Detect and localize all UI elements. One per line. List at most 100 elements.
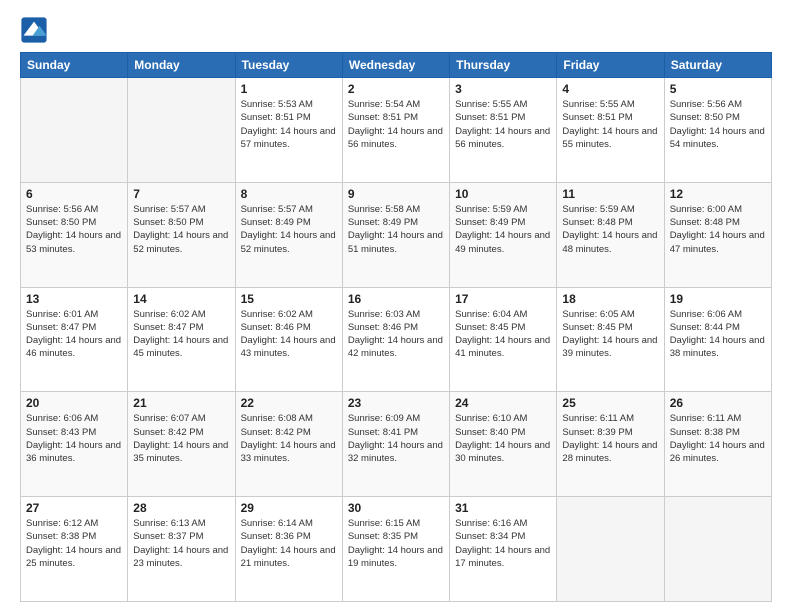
day-info: Sunrise: 6:10 AMSunset: 8:40 PMDaylight:… bbox=[455, 412, 551, 465]
day-number: 8 bbox=[241, 187, 337, 201]
calendar-cell bbox=[557, 497, 664, 602]
weekday-header-saturday: Saturday bbox=[664, 53, 771, 78]
calendar-cell: 10 Sunrise: 5:59 AMSunset: 8:49 PMDayligh… bbox=[450, 182, 557, 287]
logo-icon bbox=[20, 16, 48, 44]
day-number: 1 bbox=[241, 82, 337, 96]
calendar-cell: 29Sunrise: 6:14 AMSunset: 8:36 PMDayligh… bbox=[235, 497, 342, 602]
logo bbox=[20, 16, 52, 44]
day-number: 27 bbox=[26, 501, 122, 515]
day-info: Sunrise: 5:57 AMSunset: 8:50 PMDaylight:… bbox=[133, 203, 229, 256]
calendar-cell: 31 Sunrise: 6:16 AMSunset: 8:34 PMDayligh… bbox=[450, 497, 557, 602]
day-number: 30 bbox=[348, 501, 444, 515]
calendar-cell: 21 Sunrise: 6:07 AMSunset: 8:42 PMDayligh… bbox=[128, 392, 235, 497]
day-info: Sunrise: 6:08 AMSunset: 8:42 PMDaylight:… bbox=[241, 412, 337, 465]
calendar-cell bbox=[664, 497, 771, 602]
day-info: Sunrise: 6:04 AMSunset: 8:45 PMDaylight:… bbox=[455, 308, 551, 361]
day-info: Sunrise: 6:03 AMSunset: 8:46 PMDaylight:… bbox=[348, 308, 444, 361]
day-info: Sunrise: 6:09 AMSunset: 8:41 PMDaylight:… bbox=[348, 412, 444, 465]
weekday-header-monday: Monday bbox=[128, 53, 235, 78]
calendar-cell: 17 Sunrise: 6:04 AMSunset: 8:45 PMDayligh… bbox=[450, 287, 557, 392]
header-area bbox=[20, 16, 772, 44]
day-info: Sunrise: 6:13 AMSunset: 8:37 PMDaylight:… bbox=[133, 517, 229, 570]
day-info: Sunrise: 6:15 AMSunset: 8:35 PMDaylight:… bbox=[348, 517, 444, 570]
weekday-row: SundayMondayTuesdayWednesdayThursdayFrid… bbox=[21, 53, 772, 78]
calendar-cell: 9 Sunrise: 5:58 AMSunset: 8:49 PMDaylight… bbox=[342, 182, 449, 287]
day-info: Sunrise: 6:16 AMSunset: 8:34 PMDaylight:… bbox=[455, 517, 551, 570]
calendar-table: SundayMondayTuesdayWednesdayThursdayFrid… bbox=[20, 52, 772, 602]
weekday-header-sunday: Sunday bbox=[21, 53, 128, 78]
calendar-cell: 6 Sunrise: 5:56 AMSunset: 8:50 PMDaylight… bbox=[21, 182, 128, 287]
calendar-cell: 16 Sunrise: 6:03 AMSunset: 8:46 PMDayligh… bbox=[342, 287, 449, 392]
day-number: 11 bbox=[562, 187, 658, 201]
calendar-cell: 13 Sunrise: 6:01 AMSunset: 8:47 PMDayligh… bbox=[21, 287, 128, 392]
day-info: Sunrise: 5:55 AMSunset: 8:51 PMDaylight:… bbox=[562, 98, 658, 151]
day-number: 21 bbox=[133, 396, 229, 410]
calendar-cell: 12Sunrise: 6:00 AMSunset: 8:48 PMDayligh… bbox=[664, 182, 771, 287]
day-info: Sunrise: 5:56 AMSunset: 8:50 PMDaylight:… bbox=[670, 98, 766, 151]
day-number: 31 bbox=[455, 501, 551, 515]
calendar-cell: 26 Sunrise: 6:11 AMSunset: 8:38 PMDayligh… bbox=[664, 392, 771, 497]
day-number: 5 bbox=[670, 82, 766, 96]
day-number: 23 bbox=[348, 396, 444, 410]
day-info: Sunrise: 6:11 AMSunset: 8:38 PMDaylight:… bbox=[670, 412, 766, 465]
weekday-header-wednesday: Wednesday bbox=[342, 53, 449, 78]
day-number: 22 bbox=[241, 396, 337, 410]
calendar-cell: 2Sunrise: 5:54 AMSunset: 8:51 PMDaylight… bbox=[342, 78, 449, 183]
calendar-cell: 20 Sunrise: 6:06 AMSunset: 8:43 PMDayligh… bbox=[21, 392, 128, 497]
calendar-cell: 8 Sunrise: 5:57 AMSunset: 8:49 PMDaylight… bbox=[235, 182, 342, 287]
day-info: Sunrise: 6:00 AMSunset: 8:48 PMDaylight:… bbox=[670, 203, 766, 256]
day-number: 7 bbox=[133, 187, 229, 201]
day-number: 29 bbox=[241, 501, 337, 515]
calendar-cell: 28 Sunrise: 6:13 AMSunset: 8:37 PMDayligh… bbox=[128, 497, 235, 602]
calendar-cell: 14 Sunrise: 6:02 AMSunset: 8:47 PMDayligh… bbox=[128, 287, 235, 392]
calendar-header: SundayMondayTuesdayWednesdayThursdayFrid… bbox=[21, 53, 772, 78]
day-info: Sunrise: 6:05 AMSunset: 8:45 PMDaylight:… bbox=[562, 308, 658, 361]
day-info: Sunrise: 6:01 AMSunset: 8:47 PMDaylight:… bbox=[26, 308, 122, 361]
calendar-cell: 7 Sunrise: 5:57 AMSunset: 8:50 PMDaylight… bbox=[128, 182, 235, 287]
day-number: 24 bbox=[455, 396, 551, 410]
day-info: Sunrise: 6:06 AMSunset: 8:43 PMDaylight:… bbox=[26, 412, 122, 465]
page: SundayMondayTuesdayWednesdayThursdayFrid… bbox=[0, 0, 792, 612]
calendar-cell: 3Sunrise: 5:55 AMSunset: 8:51 PMDaylight… bbox=[450, 78, 557, 183]
day-number: 13 bbox=[26, 292, 122, 306]
day-number: 26 bbox=[670, 396, 766, 410]
day-number: 18 bbox=[562, 292, 658, 306]
day-info: Sunrise: 6:11 AMSunset: 8:39 PMDaylight:… bbox=[562, 412, 658, 465]
day-number: 10 bbox=[455, 187, 551, 201]
day-info: Sunrise: 5:59 AMSunset: 8:49 PMDaylight:… bbox=[455, 203, 551, 256]
day-info: Sunrise: 5:55 AMSunset: 8:51 PMDaylight:… bbox=[455, 98, 551, 151]
calendar-week-5: 27Sunrise: 6:12 AMSunset: 8:38 PMDayligh… bbox=[21, 497, 772, 602]
calendar-week-1: 1 Sunrise: 5:53 AMSunset: 8:51 PMDaylight… bbox=[21, 78, 772, 183]
day-number: 14 bbox=[133, 292, 229, 306]
calendar-cell: 18 Sunrise: 6:05 AMSunset: 8:45 PMDayligh… bbox=[557, 287, 664, 392]
day-number: 16 bbox=[348, 292, 444, 306]
day-info: Sunrise: 6:02 AMSunset: 8:47 PMDaylight:… bbox=[133, 308, 229, 361]
day-info: Sunrise: 6:07 AMSunset: 8:42 PMDaylight:… bbox=[133, 412, 229, 465]
calendar-cell: 19Sunrise: 6:06 AMSunset: 8:44 PMDayligh… bbox=[664, 287, 771, 392]
calendar-cell: 22 Sunrise: 6:08 AMSunset: 8:42 PMDayligh… bbox=[235, 392, 342, 497]
day-number: 28 bbox=[133, 501, 229, 515]
calendar-cell: 30 Sunrise: 6:15 AMSunset: 8:35 PMDayligh… bbox=[342, 497, 449, 602]
calendar-cell: 11Sunrise: 5:59 AMSunset: 8:48 PMDayligh… bbox=[557, 182, 664, 287]
day-number: 9 bbox=[348, 187, 444, 201]
day-number: 20 bbox=[26, 396, 122, 410]
calendar-cell: 27Sunrise: 6:12 AMSunset: 8:38 PMDayligh… bbox=[21, 497, 128, 602]
day-info: Sunrise: 5:53 AMSunset: 8:51 PMDaylight:… bbox=[241, 98, 337, 151]
day-number: 25 bbox=[562, 396, 658, 410]
calendar-cell: 23 Sunrise: 6:09 AMSunset: 8:41 PMDayligh… bbox=[342, 392, 449, 497]
day-info: Sunrise: 5:57 AMSunset: 8:49 PMDaylight:… bbox=[241, 203, 337, 256]
calendar-cell: 1 Sunrise: 5:53 AMSunset: 8:51 PMDaylight… bbox=[235, 78, 342, 183]
calendar-body: 1 Sunrise: 5:53 AMSunset: 8:51 PMDaylight… bbox=[21, 78, 772, 602]
calendar-week-3: 13 Sunrise: 6:01 AMSunset: 8:47 PMDayligh… bbox=[21, 287, 772, 392]
calendar-cell: 4Sunrise: 5:55 AMSunset: 8:51 PMDaylight… bbox=[557, 78, 664, 183]
day-info: Sunrise: 5:56 AMSunset: 8:50 PMDaylight:… bbox=[26, 203, 122, 256]
weekday-header-tuesday: Tuesday bbox=[235, 53, 342, 78]
day-info: Sunrise: 5:58 AMSunset: 8:49 PMDaylight:… bbox=[348, 203, 444, 256]
day-info: Sunrise: 6:06 AMSunset: 8:44 PMDaylight:… bbox=[670, 308, 766, 361]
day-number: 17 bbox=[455, 292, 551, 306]
day-number: 6 bbox=[26, 187, 122, 201]
calendar-cell bbox=[21, 78, 128, 183]
calendar-week-2: 6 Sunrise: 5:56 AMSunset: 8:50 PMDaylight… bbox=[21, 182, 772, 287]
day-number: 2 bbox=[348, 82, 444, 96]
day-info: Sunrise: 6:02 AMSunset: 8:46 PMDaylight:… bbox=[241, 308, 337, 361]
